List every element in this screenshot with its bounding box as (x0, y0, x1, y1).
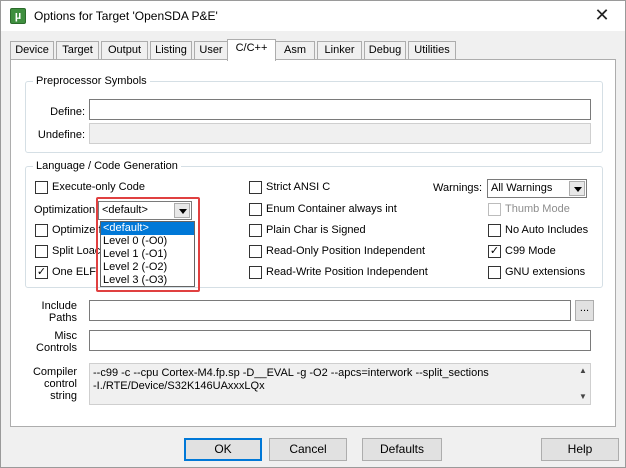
chevron-down-icon[interactable] (174, 203, 190, 218)
tab-target[interactable]: Target (56, 41, 99, 60)
split-load-checkbox[interactable] (35, 245, 48, 258)
enum-container-label: Enum Container always int (266, 203, 397, 215)
scroll-down-icon[interactable]: ▼ (578, 393, 588, 401)
ro-position-checkbox[interactable] (249, 245, 262, 258)
execute-only-label: Execute-only Code (52, 181, 145, 193)
preprocessor-legend: Preprocessor Symbols (36, 75, 147, 87)
compiler-label-line3: string (50, 390, 77, 402)
dropdown-option-default[interactable]: <default> (101, 222, 194, 235)
optimization-value: <default> (102, 204, 148, 216)
include-paths-input[interactable] (89, 300, 571, 321)
tab-device[interactable]: Device (10, 41, 54, 60)
tab-linker[interactable]: Linker (317, 41, 362, 60)
help-button[interactable]: Help (541, 438, 619, 461)
tab-c-cpp[interactable]: C/C++ (227, 39, 276, 61)
tab-debug[interactable]: Debug (364, 41, 406, 60)
language-legend: Language / Code Generation (36, 160, 178, 172)
thumb-mode-label: Thumb Mode (505, 203, 570, 215)
include-browse-button[interactable]: ... (575, 300, 594, 321)
misc-label-line1: Misc (54, 330, 77, 342)
dropdown-option-level-1[interactable]: Level 1 (-O1) (101, 248, 194, 261)
app-icon: µ (10, 8, 26, 24)
misc-label-line2: Controls (36, 342, 77, 354)
window-title: Options for Target 'OpenSDA P&E' (34, 9, 218, 23)
optimization-dropdown-list: <default> Level 0 (-O0) Level 1 (-O1) Le… (100, 221, 195, 287)
warnings-value: All Warnings (491, 182, 553, 194)
tab-utilities[interactable]: Utilities (408, 41, 456, 60)
strict-ansi-checkbox[interactable] (249, 181, 262, 194)
optimization-select[interactable]: <default> (98, 201, 192, 220)
compiler-line-1: --c99 -c --cpu Cortex-M4.fp.sp -D__EVAL … (93, 367, 489, 379)
include-label-line1: Include (41, 300, 77, 312)
plain-char-label: Plain Char is Signed (266, 224, 366, 236)
tab-asm[interactable]: Asm (275, 41, 315, 60)
compiler-label-line2: control (43, 378, 77, 390)
optimization-label: Optimization: (34, 204, 99, 216)
ro-position-label: Read-Only Position Independent (266, 245, 425, 257)
defaults-button[interactable]: Defaults (362, 438, 442, 461)
optimize-for-time-label: Optimize f (52, 224, 102, 236)
cancel-button[interactable]: Cancel (269, 438, 347, 461)
c99-mode-label: C99 Mode (505, 245, 556, 257)
undefine-input (89, 123, 591, 144)
thumb-mode-checkbox (488, 203, 501, 216)
tab-listing[interactable]: Listing (150, 41, 192, 60)
c99-mode-checkbox[interactable]: ✓ (488, 245, 501, 258)
define-label: Define: (50, 106, 85, 118)
misc-controls-input[interactable] (89, 330, 591, 351)
strict-ansi-label: Strict ANSI C (266, 181, 331, 193)
scroll-up-icon[interactable]: ▲ (578, 367, 588, 375)
optimize-for-time-checkbox[interactable] (35, 224, 48, 237)
define-input[interactable] (89, 99, 591, 120)
tab-output[interactable]: Output (101, 41, 148, 60)
warnings-label: Warnings: (433, 182, 483, 194)
warnings-select[interactable]: All Warnings (487, 179, 587, 198)
execute-only-checkbox[interactable] (35, 181, 48, 194)
options-dialog: µ Options for Target 'OpenSDA P&E' ✕ Dev… (0, 0, 626, 468)
title-bar: µ Options for Target 'OpenSDA P&E' ✕ (1, 1, 625, 31)
no-auto-includes-label: No Auto Includes (505, 224, 589, 236)
gnu-extensions-label: GNU extensions (505, 266, 586, 278)
compiler-line-2: -I./RTE/Device/S32K146UAxxxLQx (93, 380, 265, 392)
dropdown-option-level-0[interactable]: Level 0 (-O0) (101, 235, 194, 248)
tab-user[interactable]: User (194, 41, 228, 60)
compiler-control-string: --c99 -c --cpu Cortex-M4.fp.sp -D__EVAL … (89, 363, 591, 405)
include-label-line2: Paths (48, 312, 77, 324)
one-elf-checkbox[interactable]: ✓ (35, 266, 48, 279)
no-auto-includes-checkbox[interactable] (488, 224, 501, 237)
rw-position-label: Read-Write Position Independent (266, 266, 428, 278)
gnu-extensions-checkbox[interactable] (488, 266, 501, 279)
compiler-label-line1: Compiler (32, 366, 77, 378)
dropdown-option-level-2[interactable]: Level 2 (-O2) (101, 261, 194, 274)
chevron-down-icon[interactable] (569, 181, 585, 196)
one-elf-label: One ELF (52, 266, 97, 278)
plain-char-checkbox[interactable] (249, 224, 262, 237)
undefine-label: Undefine: (37, 129, 85, 141)
split-load-label: Split Loac (52, 245, 101, 257)
dropdown-option-level-3[interactable]: Level 3 (-O3) (101, 274, 194, 287)
enum-container-checkbox[interactable] (249, 203, 262, 216)
rw-position-checkbox[interactable] (249, 266, 262, 279)
close-icon[interactable]: ✕ (579, 1, 625, 31)
ok-button[interactable]: OK (184, 438, 262, 461)
